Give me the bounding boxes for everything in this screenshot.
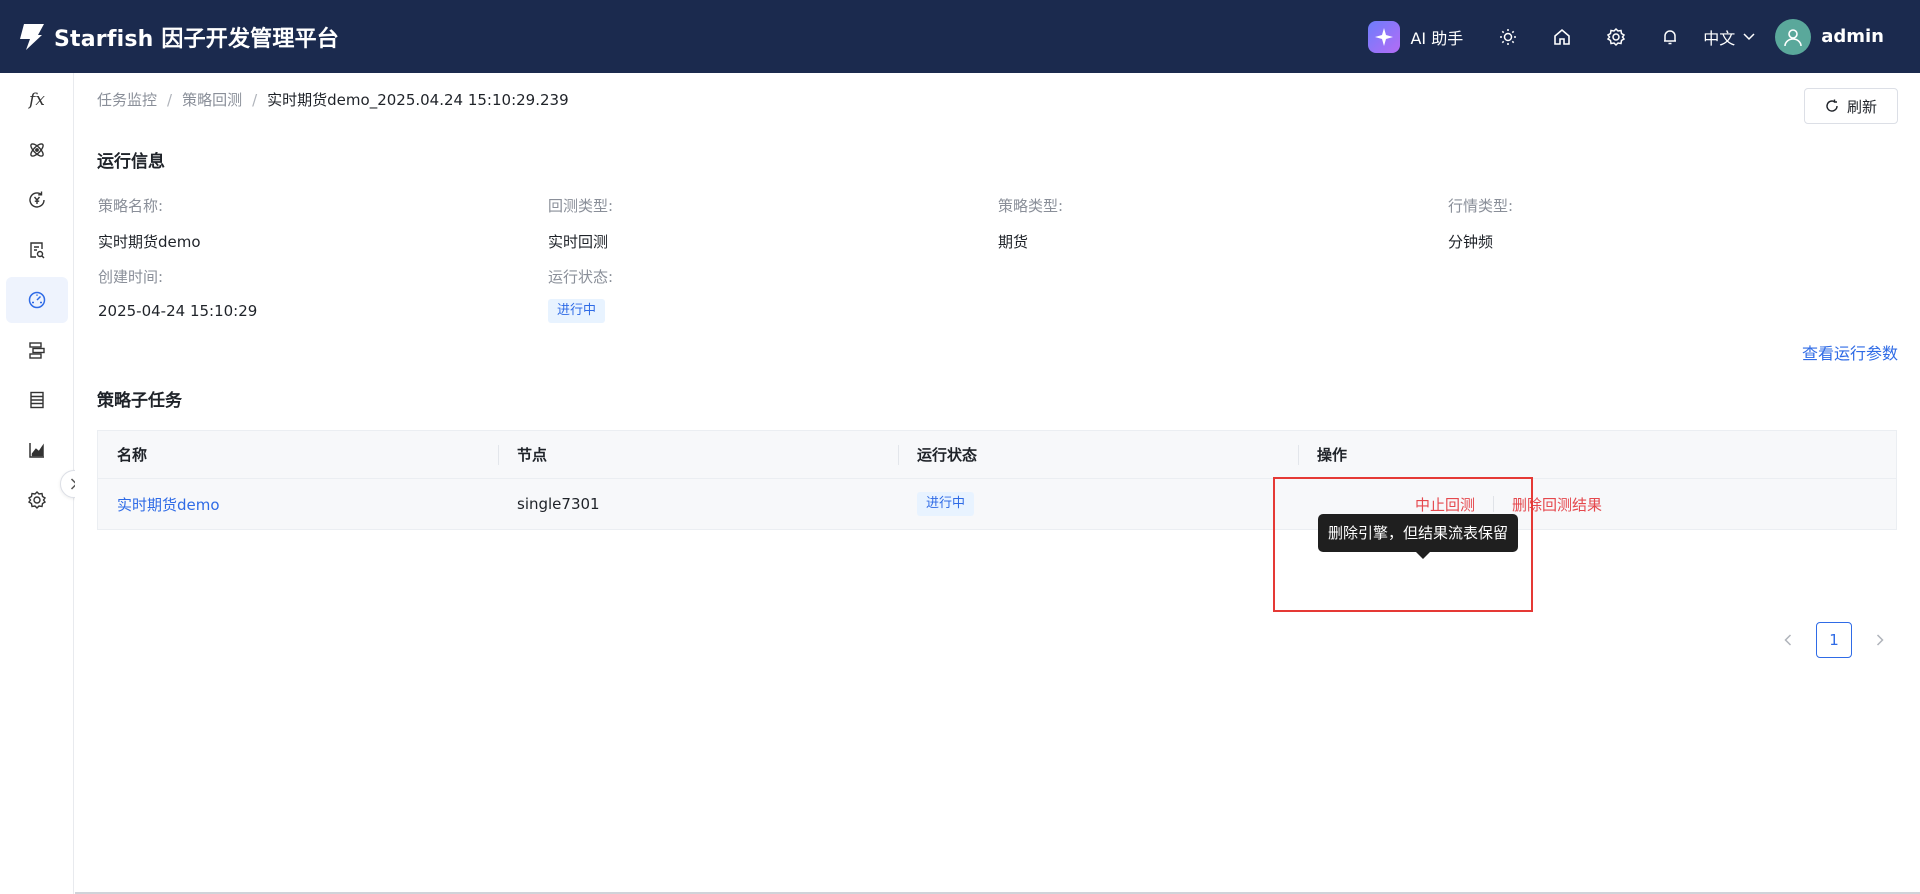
line-chart-icon [29, 443, 44, 458]
notifications-button[interactable] [1643, 0, 1697, 73]
refresh-button[interactable]: 刷新 [1804, 88, 1898, 124]
breadcrumb-separator: / [252, 90, 258, 109]
starfish-logo-icon [20, 23, 44, 50]
home-icon [1554, 28, 1571, 45]
refresh-icon [1826, 99, 1838, 112]
subtask-name-link[interactable]: 实时期货demo [117, 494, 220, 515]
run-status-label: 运行状态: [548, 268, 614, 286]
brand[interactable]: Starfish 因子开发管理平台 [18, 21, 339, 53]
subtasks-table: 名称 节点 运行状态 操作 实时期货demo single7301 进行中 中止… [97, 430, 1897, 530]
status-badge: 进行中 [548, 299, 606, 323]
report-search-icon [30, 242, 45, 259]
sidebar-item-chart[interactable] [6, 427, 68, 473]
header-actions: AI 助手 中文 admin [1368, 0, 1920, 73]
table-list-icon [30, 391, 44, 409]
ai-assistant-label: AI 助手 [1410, 28, 1464, 48]
next-page-button[interactable] [1862, 622, 1898, 658]
user-menu[interactable]: admin [1775, 18, 1884, 55]
prev-page-button[interactable] [1770, 622, 1806, 658]
stop-backtest-button[interactable]: 中止回测 [1415, 494, 1475, 515]
gear-icon [1607, 27, 1626, 46]
sidebar-item-factor[interactable]: fx [6, 77, 68, 123]
refresh-label: 刷新 [1846, 97, 1877, 116]
tooltip-arrow [1416, 552, 1430, 559]
breadcrumb-current: 实时期货demo_2025.04.24 15:10:29.239 [267, 91, 569, 109]
fx-icon: fx [29, 90, 45, 110]
page-number-button[interactable]: 1 [1816, 622, 1852, 658]
cell-name: 实时期货demo [98, 479, 498, 529]
gear-icon [27, 491, 47, 509]
avatar [1775, 18, 1812, 55]
cell-status: 进行中 [898, 479, 1298, 529]
cell-node: single7301 [517, 495, 600, 513]
strategy-steps-icon [29, 342, 45, 359]
strategy-name-label: 策略名称: [98, 197, 164, 215]
view-run-params-link[interactable]: 查看运行参数 [1802, 340, 1898, 364]
breadcrumb-backtest[interactable]: 策略回测 [182, 89, 242, 110]
breadcrumb: 任务监控 / 策略回测 / 实时期货demo_2025.04.24 15:10:… [97, 89, 569, 110]
status-badge: 进行中 [917, 492, 975, 516]
language-select[interactable]: 中文 [1703, 25, 1755, 49]
sparkle-icon [1368, 20, 1401, 53]
user-icon [1784, 28, 1803, 46]
strategy-name-value: 实时期货demo [98, 233, 201, 251]
atom-icon [30, 143, 44, 157]
currency-cycle-icon [29, 191, 45, 208]
app-title: Starfish 因子开发管理平台 [54, 26, 339, 52]
table-header: 名称 节点 运行状态 操作 [98, 431, 1896, 479]
chevron-right-icon [1876, 634, 1884, 646]
market-type-label: 行情类型: [1448, 197, 1514, 215]
bell-icon [1664, 29, 1677, 44]
pagination: 1 [1770, 622, 1898, 658]
main-content: 任务监控 / 策略回测 / 实时期货demo_2025.04.24 15:10:… [75, 73, 1920, 894]
action-divider [1493, 496, 1495, 512]
run-info-title: 运行信息 [97, 152, 165, 172]
created-time-value: 2025-04-24 15:10:29 [98, 302, 258, 320]
sidebar-item-report[interactable] [6, 227, 68, 273]
column-header-status: 运行状态 [898, 431, 1298, 478]
strategy-type-value: 期货 [998, 233, 1029, 251]
user-name: admin [1821, 26, 1884, 47]
sun-icon [1500, 28, 1517, 45]
sidebar-item-atom[interactable] [6, 127, 68, 173]
column-header-actions: 操作 [1298, 431, 1896, 478]
backtest-type-label: 回测类型: [548, 197, 614, 215]
language-label: 中文 [1703, 28, 1736, 48]
sidebar-item-settings[interactable] [6, 477, 68, 523]
sidebar-item-table[interactable] [6, 377, 68, 423]
tooltip: 删除引擎，但结果流表保留 [1318, 514, 1519, 552]
sidebar-item-monitor[interactable] [6, 277, 68, 323]
chevron-down-icon [1743, 32, 1755, 40]
top-header: Starfish 因子开发管理平台 AI 助手 中文 admin [0, 0, 1920, 73]
backtest-type-value: 实时回测 [548, 233, 609, 251]
breadcrumb-task-monitor[interactable]: 任务监控 [97, 89, 157, 110]
settings-button[interactable] [1589, 0, 1643, 73]
market-type-value: 分钟频 [1448, 233, 1494, 251]
created-time-label: 创建时间: [98, 268, 164, 286]
table-row: 实时期货demo single7301 进行中 中止回测 删除回测结果 [98, 479, 1896, 529]
chevron-left-icon [1784, 634, 1792, 646]
column-header-name: 名称 [117, 446, 148, 464]
theme-toggle-button[interactable] [1481, 0, 1535, 73]
sidebar-item-strategy[interactable] [6, 327, 68, 373]
ai-assistant-button[interactable]: AI 助手 [1368, 20, 1464, 53]
subtasks-title: 策略子任务 [97, 391, 182, 411]
dashboard-gauge-icon [28, 291, 46, 309]
column-header-node: 节点 [498, 431, 898, 478]
home-button[interactable] [1535, 0, 1589, 73]
delete-backtest-result-button[interactable]: 删除回测结果 [1512, 494, 1602, 515]
sidebar-item-currency[interactable] [6, 177, 68, 223]
strategy-type-label: 策略类型: [998, 197, 1064, 215]
breadcrumb-separator: / [167, 90, 173, 109]
